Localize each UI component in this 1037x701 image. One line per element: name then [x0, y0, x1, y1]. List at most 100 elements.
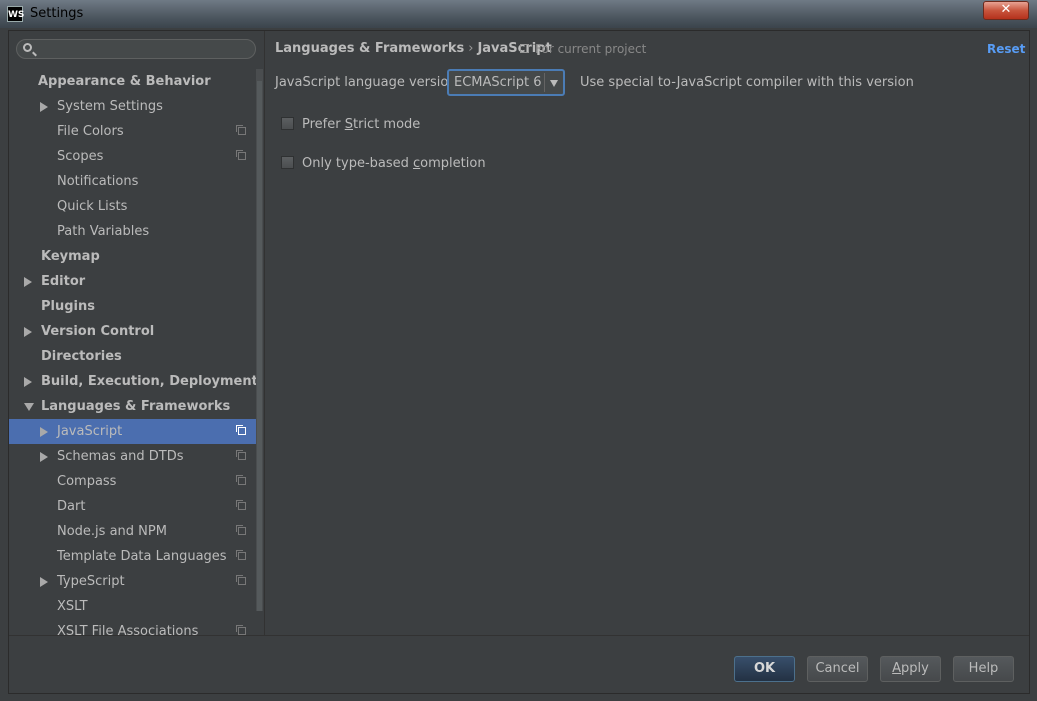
dialog-content: Appearance & Behavior System Settings File… [8, 30, 1030, 694]
sidebar-item-compass[interactable]: Compass [9, 469, 256, 494]
webstorm-app-icon: WS [7, 6, 24, 22]
sidebar-item-dart[interactable]: Dart [9, 494, 256, 519]
chevron-down-icon[interactable] [550, 80, 558, 87]
close-button[interactable]: ✕ [983, 1, 1029, 20]
type-based-completion-option[interactable]: Only type-based completion [281, 156, 486, 171]
prefer-strict-checkbox[interactable] [281, 117, 294, 130]
breadcrumb-parent: Languages & Frameworks [275, 41, 465, 56]
sidebar-item-languages-frameworks[interactable]: Languages & Frameworks [9, 394, 256, 419]
sidebar-item-file-colors[interactable]: File Colors [9, 119, 256, 144]
language-version-select[interactable]: ECMAScript 6 [447, 69, 565, 96]
reset-link[interactable]: Reset [987, 42, 1025, 56]
chevron-right-icon[interactable] [40, 102, 48, 112]
sidebar-item-label: Languages & Frameworks [41, 399, 231, 414]
settings-sidebar: Appearance & Behavior System Settings File… [9, 31, 265, 639]
chevron-right-icon[interactable] [40, 452, 48, 462]
apply-mnemonic: A [892, 661, 902, 676]
compiler-note: Use special to-JavaScript compiler with … [580, 75, 914, 90]
sidebar-item-label: Version Control [41, 324, 155, 339]
project-scope-icon [236, 125, 246, 135]
language-version-value: ECMAScript 6 [454, 75, 542, 90]
sidebar-item-node-js-and-npm[interactable]: Node.js and NPM [9, 519, 256, 544]
type-based-label-post: ompletion [420, 156, 486, 171]
sidebar-item-label: XSLT [57, 599, 88, 614]
sidebar-item-quick-lists[interactable]: Quick Lists [9, 194, 256, 219]
sidebar-item-label: System Settings [57, 99, 163, 114]
sidebar-item-keymap[interactable]: Keymap [9, 244, 256, 269]
type-based-completion-checkbox[interactable] [281, 156, 294, 169]
sidebar-item-system-settings[interactable]: System Settings [9, 94, 256, 119]
chevron-down-icon[interactable] [24, 403, 34, 411]
project-scope-icon [236, 425, 246, 435]
language-version-label: JavaScript language version [275, 75, 457, 90]
help-button[interactable]: Help [953, 656, 1014, 682]
breadcrumb: Languages & Frameworks › JavaScript [275, 41, 552, 56]
sidebar-item-appearance-behavior[interactable]: Appearance & Behavior [9, 69, 256, 94]
sidebar-item-build-execution-deployment[interactable]: Build, Execution, Deployment [9, 369, 258, 394]
prefer-strict-option[interactable]: Prefer Strict mode [281, 117, 420, 132]
sidebar-item-schemas-and-dtds[interactable]: Schemas and DTDs [9, 444, 256, 469]
settings-page: Languages & Frameworks › JavaScript For cu… [265, 31, 1029, 635]
scope-label: For current project [535, 42, 647, 56]
sidebar-item-path-variables[interactable]: Path Variables [9, 219, 256, 244]
sidebar-item-label: Directories [41, 349, 122, 364]
apply-label-rest: pply [901, 661, 929, 676]
chevron-right-icon[interactable] [24, 327, 32, 337]
project-scope-icon [236, 450, 246, 460]
search-input[interactable] [39, 41, 253, 59]
sidebar-item-javascript[interactable]: JavaScript [9, 419, 256, 444]
prefer-strict-label-pre: Prefer [302, 117, 345, 132]
sidebar-item-label: Editor [41, 274, 86, 289]
project-scope-icon [236, 625, 246, 635]
sidebar-item-label: Schemas and DTDs [57, 449, 184, 464]
project-scope-icon [520, 44, 529, 53]
settings-tree: Appearance & Behavior System Settings File… [9, 69, 258, 644]
project-scope-icon [236, 525, 246, 535]
project-scope-icon [236, 575, 246, 585]
chevron-right-icon[interactable] [40, 577, 48, 587]
sidebar-item-label: Build, Execution, Deployment [41, 374, 258, 389]
sidebar-item-label: TypeScript [57, 574, 125, 589]
sidebar-item-directories[interactable]: Directories [9, 344, 256, 369]
chevron-right-icon[interactable] [40, 427, 48, 437]
title-bar[interactable]: WS Settings ✕ [0, 0, 1037, 28]
sidebar-item-scopes[interactable]: Scopes [9, 144, 256, 169]
sidebar-item-plugins[interactable]: Plugins [9, 294, 256, 319]
ok-button[interactable]: OK [734, 656, 795, 682]
project-scope-icon [236, 475, 246, 485]
sidebar-item-label: Dart [57, 499, 86, 514]
search-field[interactable] [16, 39, 256, 59]
cancel-button[interactable]: Cancel [807, 656, 868, 682]
sidebar-item-label: Compass [57, 474, 117, 489]
sidebar-item-version-control[interactable]: Version Control [9, 319, 256, 344]
search-icon [23, 43, 32, 52]
prefer-strict-label-post: trict mode [353, 117, 421, 132]
sidebar-item-label: File Colors [57, 124, 124, 139]
scope-indicator: For current project [520, 42, 646, 56]
project-scope-icon [236, 150, 246, 160]
prefer-strict-mnemonic: S [344, 117, 353, 132]
sidebar-item-xslt[interactable]: XSLT [9, 594, 256, 619]
sidebar-scrollbar-thumb[interactable] [257, 81, 262, 611]
sidebar-item-label: Quick Lists [57, 199, 128, 214]
button-bar: OK Cancel Apply Help [9, 635, 1029, 694]
sidebar-item-notifications[interactable]: Notifications [9, 169, 256, 194]
sidebar-item-typescript[interactable]: TypeScript [9, 569, 256, 594]
chevron-right-icon[interactable] [24, 377, 32, 387]
chevron-right-icon[interactable] [24, 277, 32, 287]
sidebar-item-label: Path Variables [57, 224, 150, 239]
sidebar-item-template-data-languages[interactable]: Template Data Languages [9, 544, 256, 569]
select-divider [544, 73, 545, 92]
project-scope-icon [236, 500, 246, 510]
sidebar-item-editor[interactable]: Editor [9, 269, 256, 294]
sidebar-item-label: Template Data Languages [57, 549, 227, 564]
sidebar-item-label: JavaScript [57, 424, 123, 439]
type-based-label-pre: Only type-based [302, 156, 414, 171]
sidebar-item-label: Plugins [41, 299, 95, 314]
sidebar-item-label: Node.js and NPM [57, 524, 167, 539]
sidebar-item-label: Notifications [57, 174, 139, 189]
project-scope-icon [236, 550, 246, 560]
apply-button[interactable]: Apply [880, 656, 941, 682]
breadcrumb-separator: › [468, 41, 474, 56]
settings-window: WS Settings ✕ Appearance & Behavior Syste… [0, 0, 1037, 701]
